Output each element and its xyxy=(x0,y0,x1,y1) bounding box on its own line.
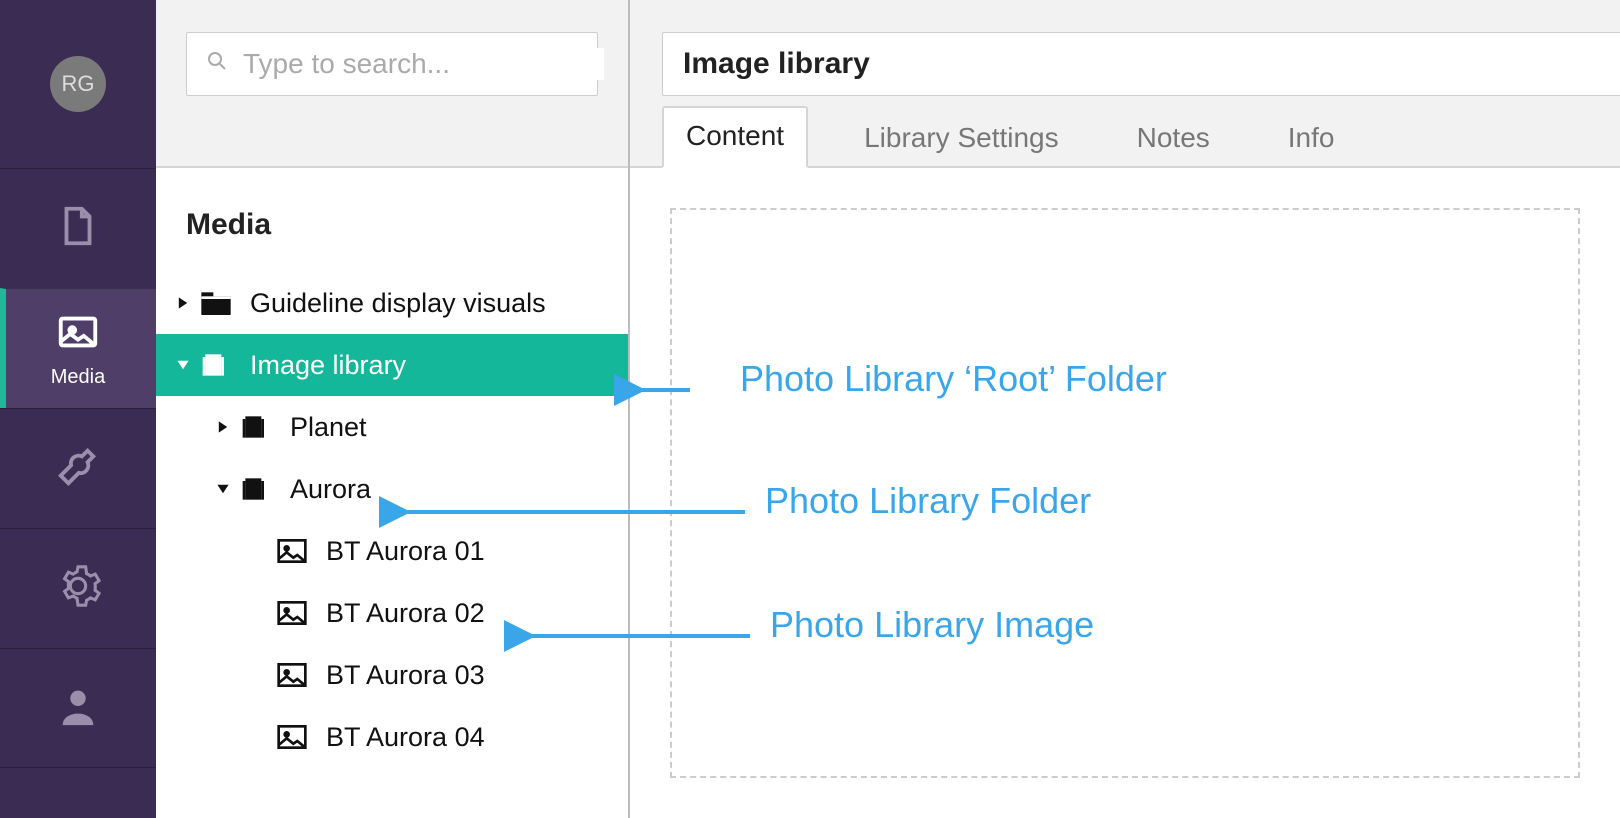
tree-body: Media Guideline display visuals Image li… xyxy=(156,168,628,768)
tree-node-label: Image library xyxy=(250,350,406,381)
avatar[interactable]: RG xyxy=(50,56,106,112)
tree-node-image-library[interactable]: Image library xyxy=(156,334,628,396)
nav-rail: RG Media xyxy=(0,0,156,818)
main-body xyxy=(630,168,1620,818)
search-box[interactable] xyxy=(186,32,598,96)
film-icon xyxy=(200,351,232,379)
film-icon xyxy=(240,413,272,441)
page-title-input[interactable]: Image library xyxy=(662,32,1620,96)
image-icon xyxy=(55,309,101,360)
tree-node-bt-aurora-01[interactable]: BT Aurora 01 xyxy=(156,520,628,582)
user-icon xyxy=(55,683,101,734)
main-header: Image library Content Library Settings N… xyxy=(630,0,1620,168)
tree-node-bt-aurora-02[interactable]: BT Aurora 02 xyxy=(156,582,628,644)
image-icon xyxy=(276,599,308,627)
tree-node-planet[interactable]: Planet xyxy=(156,396,628,458)
main-panel: Image library Content Library Settings N… xyxy=(630,0,1620,818)
search-icon xyxy=(205,48,243,80)
gear-icon xyxy=(55,563,101,614)
folder-icon xyxy=(200,289,232,317)
tree-node-guideline[interactable]: Guideline display visuals xyxy=(156,272,628,334)
caret-down-icon xyxy=(176,358,190,372)
tab-label: Notes xyxy=(1137,122,1210,153)
nav-users[interactable] xyxy=(0,648,156,768)
image-icon xyxy=(276,661,308,689)
nav-rail-header: RG xyxy=(0,0,156,168)
tree-node-label: BT Aurora 04 xyxy=(326,722,485,753)
nav-media-label: Media xyxy=(51,366,105,389)
tree-node-label: Aurora xyxy=(290,474,371,505)
search-input[interactable] xyxy=(243,48,604,80)
tab-label: Info xyxy=(1288,122,1335,153)
tree-node-bt-aurora-03[interactable]: BT Aurora 03 xyxy=(156,644,628,706)
tab-label: Library Settings xyxy=(864,122,1059,153)
page-title: Image library xyxy=(683,47,870,81)
nav-content[interactable] xyxy=(0,168,156,288)
image-icon xyxy=(276,537,308,565)
search-row xyxy=(156,0,628,168)
tree-node-label: BT Aurora 01 xyxy=(326,536,485,567)
tree-node-aurora[interactable]: Aurora xyxy=(156,458,628,520)
document-icon xyxy=(55,203,101,254)
tree-node-label: Guideline display visuals xyxy=(250,288,546,319)
nav-tools[interactable] xyxy=(0,408,156,528)
nav-settings[interactable] xyxy=(0,528,156,648)
caret-down-icon xyxy=(216,482,230,496)
nav-media[interactable]: Media xyxy=(0,288,156,408)
caret-right-icon xyxy=(216,420,230,434)
image-icon xyxy=(276,723,308,751)
tree-panel: Media Guideline display visuals Image li… xyxy=(156,0,630,818)
caret-right-icon xyxy=(176,296,190,310)
tree-node-label: BT Aurora 02 xyxy=(326,598,485,629)
drop-zone[interactable] xyxy=(670,208,1580,778)
tree-title: Media xyxy=(156,208,628,272)
tab-library-settings[interactable]: Library Settings xyxy=(842,110,1081,168)
tree-node-label: Planet xyxy=(290,412,367,443)
tab-info[interactable]: Info xyxy=(1266,110,1357,168)
avatar-initials: RG xyxy=(62,71,95,97)
tab-notes[interactable]: Notes xyxy=(1115,110,1232,168)
tab-content[interactable]: Content xyxy=(662,106,808,168)
tabs: Content Library Settings Notes Info xyxy=(662,106,1356,168)
wrench-icon xyxy=(55,443,101,494)
tree-node-bt-aurora-04[interactable]: BT Aurora 04 xyxy=(156,706,628,768)
tree-node-label: BT Aurora 03 xyxy=(326,660,485,691)
film-icon xyxy=(240,475,272,503)
tab-label: Content xyxy=(686,120,784,151)
